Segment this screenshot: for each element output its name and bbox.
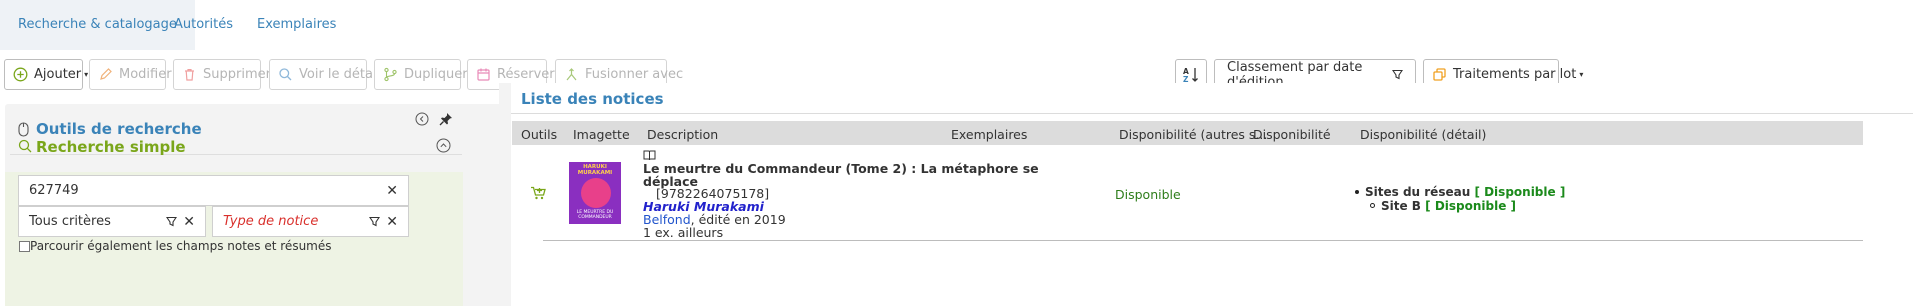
clear-notice-type-icon[interactable]: ✕ [386,214,398,230]
copy-icon [1432,67,1447,82]
notes-summaries-label: Parcourir également les champs notes et … [30,239,332,253]
availability-status: Disponible [1115,187,1181,202]
tab-bar: Recherche & catalogage Autorités Exempla… [0,0,1913,50]
row-divider [543,240,1863,241]
sort-az-icon: AZ [1182,66,1200,84]
modify-button[interactable]: Modifier [89,59,172,90]
column-header-disponibilite[interactable]: Disponibilité [1253,127,1331,142]
column-header-exemplaires[interactable]: Exemplaires [951,127,1027,142]
magnifier-icon [278,67,293,82]
mouse-icon [18,122,29,137]
add-button-label: Ajouter [34,67,82,82]
criteria-select[interactable]: Tous critères ✕ [18,206,206,237]
book-icon [643,149,656,161]
batch-processing-button-label: Traitements par lot [1453,67,1577,82]
notes-summaries-checkbox[interactable] [19,241,30,252]
calendar-icon [476,67,491,82]
site-status: [ Disponible ] [1425,199,1517,213]
merge-button-label: Fusionner avec [585,67,684,82]
view-detail-button-label: Voir le détail [299,67,381,82]
chevron-up-icon[interactable] [436,138,451,153]
notice-type-select[interactable]: Type de notice ✕ [212,206,409,237]
book-cover-thumbnail[interactable]: HARUKI MURAKAMI LE MEURTRE DU COMMANDEUR [569,162,621,224]
bullet-icon [1370,203,1375,208]
column-header-disponibilite-autres[interactable]: Disponibilité (autres s... [1119,127,1267,142]
divider [511,113,1913,114]
notice-title-line1[interactable]: Le meurtre du Commandeur (Tome 2) : La m… [643,161,1039,176]
search-input[interactable]: 627749 ✕ [18,175,409,206]
caret-down-icon: ▾ [84,70,89,79]
results-title: Liste des notices [521,90,664,108]
cover-circle-shape [581,178,611,208]
modify-button-label: Modifier [119,67,172,82]
simple-search-title: Recherche simple [36,138,186,156]
add-button[interactable]: Ajouter ▾ [4,59,88,90]
column-header-disponibilite-detail[interactable]: Disponibilité (détail) [1360,127,1486,142]
network-status: [ Disponible ] [1474,185,1566,199]
filter-icon [1392,69,1403,80]
notice-copies: 1 ex. ailleurs [643,225,724,240]
filter-icon [166,216,178,227]
filter-icon [369,216,381,227]
view-detail-button[interactable]: Voir le détail [269,59,380,90]
merge-icon [564,67,579,82]
network-label: Sites du réseau [1365,185,1471,199]
column-header-imagette[interactable]: Imagette [573,127,630,142]
column-header-outils[interactable]: Outils [521,127,557,142]
delete-button[interactable]: Supprimer [173,59,271,90]
notice-type-placeholder: Type de notice [223,214,319,229]
clear-criteria-icon[interactable]: ✕ [183,214,195,230]
search-input-value: 627749 [29,183,79,198]
pin-icon[interactable] [439,100,453,138]
availability-detail: Sites du réseau [ Disponible ] Site B [ … [1355,185,1565,213]
delete-button-label: Supprimer [203,67,271,82]
branch-icon [383,67,398,82]
caret-down-icon: ▾ [1579,70,1584,79]
network-availability: Sites du réseau [ Disponible ] [1355,185,1565,199]
criteria-select-value: Tous critères [29,214,111,229]
tab-exemplaires[interactable]: Exemplaires [239,0,354,50]
column-header-description[interactable]: Description [647,127,718,142]
cover-author: HARUKI MURAKAMI [577,164,613,176]
search-icon [18,139,32,153]
collapse-left-icon[interactable] [415,100,429,138]
site-availability: Site B [ Disponible ] [1370,199,1565,213]
pencil-icon [98,67,113,82]
plus-circle-icon [13,67,28,82]
add-to-cart-icon[interactable] [530,186,546,200]
duplicate-button[interactable]: Dupliquer [374,59,468,90]
trash-icon [182,67,197,82]
clear-search-icon[interactable]: ✕ [386,183,398,199]
cover-title: LE MEURTRE DU COMMANDEUR [576,210,614,220]
search-tools-title: Outils de recherche [36,120,202,138]
reserve-button-label: Réserver [497,67,555,82]
duplicate-button-label: Dupliquer [404,67,468,82]
site-label: Site B [1381,199,1421,213]
bullet-icon [1355,190,1359,194]
tab-autorites[interactable]: Autorités [156,0,251,50]
